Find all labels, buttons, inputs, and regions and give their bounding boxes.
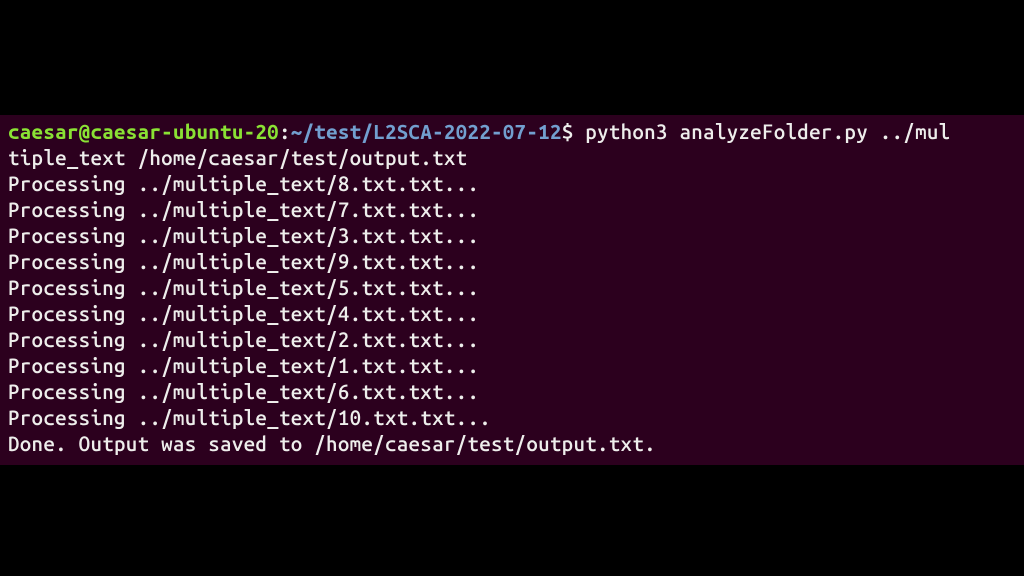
output-line: Processing ../multiple_text/2.txt.txt... bbox=[8, 327, 1016, 353]
terminal-window[interactable]: caesar@caesar-ubuntu-20:~/test/L2SCA-202… bbox=[0, 115, 1024, 465]
output-line: Processing ../multiple_text/9.txt.txt... bbox=[8, 249, 1016, 275]
prompt-command-line-1: caesar@caesar-ubuntu-20:~/test/L2SCA-202… bbox=[8, 119, 1016, 145]
command-text-part2: tiple_text /home/caesar/test/output.txt bbox=[8, 146, 467, 169]
output-line: Done. Output was saved to /home/caesar/t… bbox=[8, 431, 1016, 457]
prompt-command-line-2: tiple_text /home/caesar/test/output.txt bbox=[8, 145, 1016, 171]
output-line: Processing ../multiple_text/6.txt.txt... bbox=[8, 379, 1016, 405]
prompt-colon: : bbox=[279, 120, 291, 143]
output-line: Processing ../multiple_text/7.txt.txt... bbox=[8, 197, 1016, 223]
prompt-path: ~/test/L2SCA-2022-07-12 bbox=[291, 120, 562, 143]
output-line: Processing ../multiple_text/4.txt.txt... bbox=[8, 301, 1016, 327]
output-line: Processing ../multiple_text/5.txt.txt... bbox=[8, 275, 1016, 301]
output-line: Processing ../multiple_text/1.txt.txt... bbox=[8, 353, 1016, 379]
output-line: Processing ../multiple_text/10.txt.txt..… bbox=[8, 405, 1016, 431]
prompt-user-host: caesar@caesar-ubuntu-20 bbox=[8, 120, 279, 143]
output-line: Processing ../multiple_text/3.txt.txt... bbox=[8, 223, 1016, 249]
command-text-part1: python3 analyzeFolder.py ../mul bbox=[585, 120, 950, 143]
output-line: Processing ../multiple_text/8.txt.txt... bbox=[8, 171, 1016, 197]
prompt-dollar: $ bbox=[562, 120, 586, 143]
